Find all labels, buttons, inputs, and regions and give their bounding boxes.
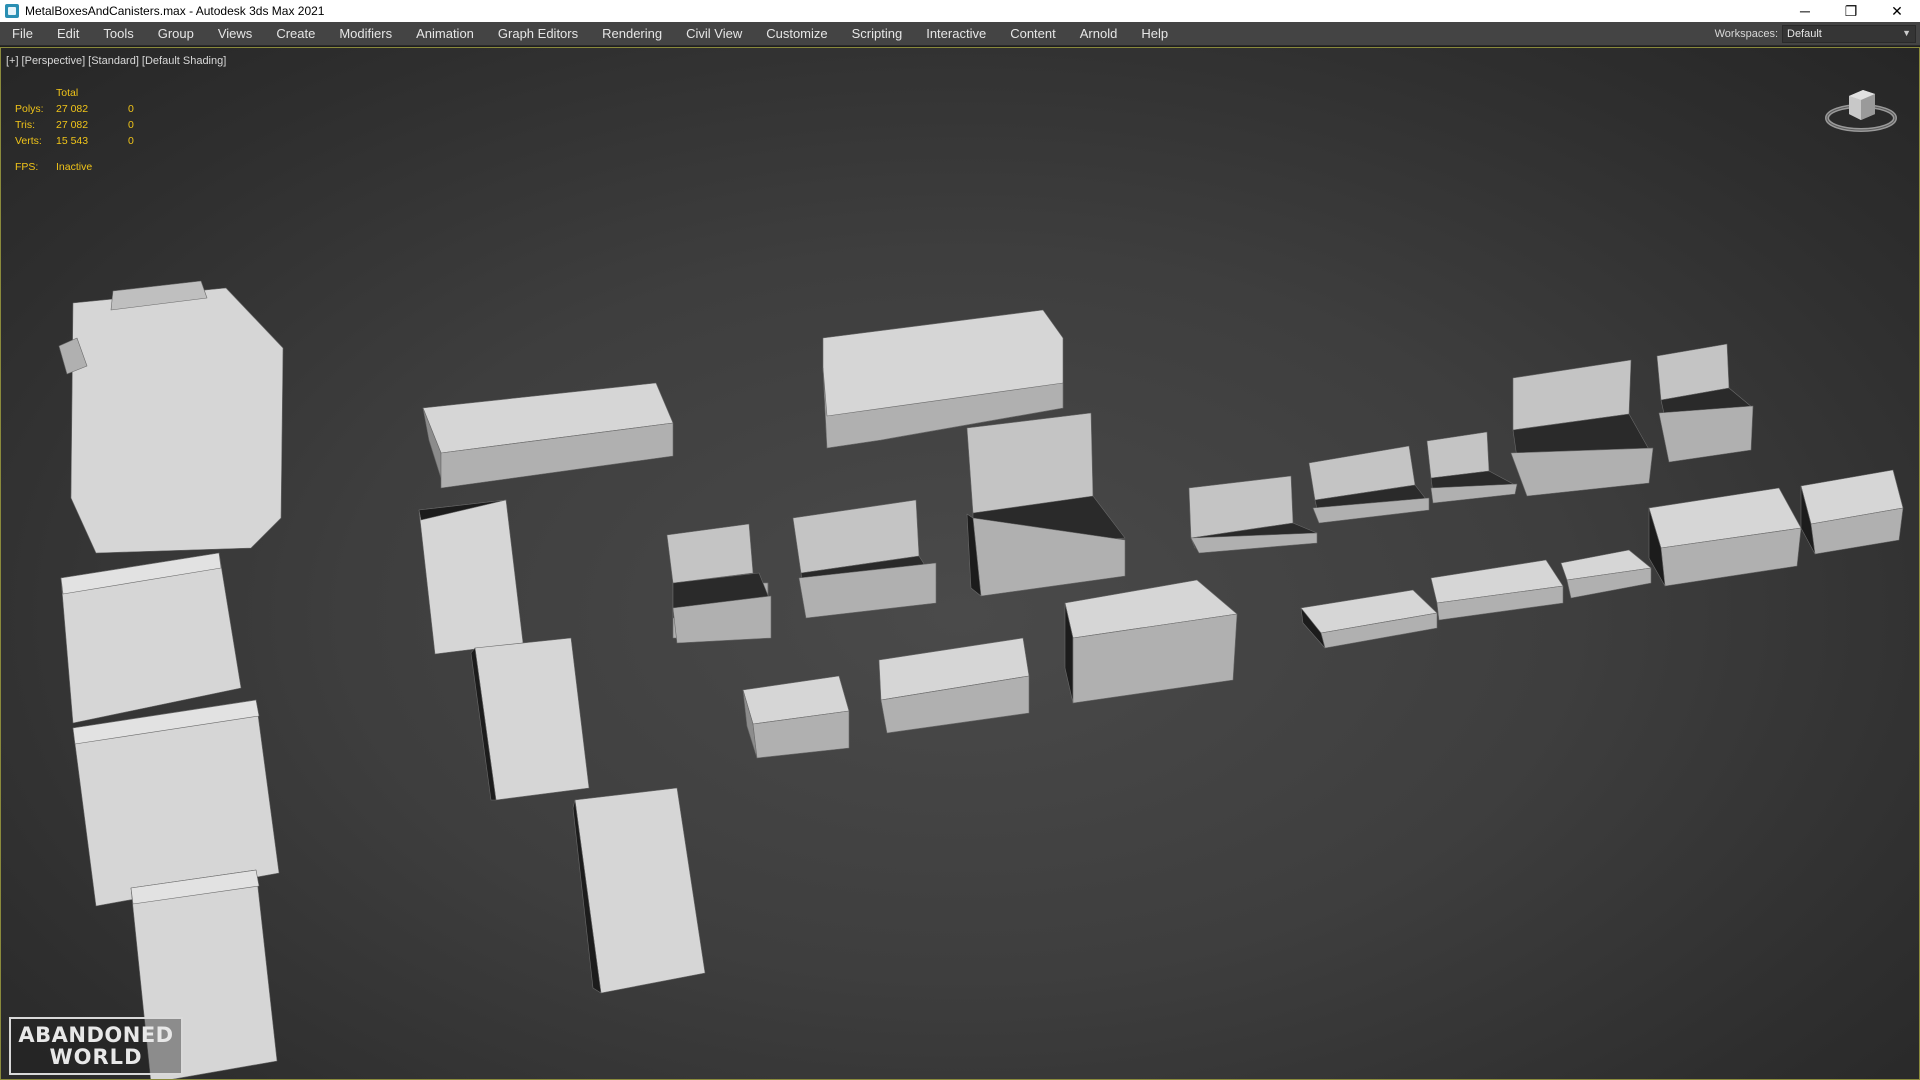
fps-label: FPS: [15, 161, 39, 173]
menu-graph-editors[interactable]: Graph Editors [486, 22, 590, 46]
viewport-label-menu: [+] [Perspective] [Standard] [Default Shadi… [6, 55, 229, 67]
workspaces-label: Workspaces: [1714, 28, 1778, 40]
menu-scripting[interactable]: Scripting [840, 22, 915, 46]
viewport-statistics: Total Polys: 27 082 0 Tris: 27 082 0 Ver… [15, 85, 158, 175]
chest-small-lid[interactable] [666, 523, 754, 584]
jerrycan-body[interactable] [70, 287, 284, 554]
workspaces-value: Default [1787, 28, 1822, 40]
app-logo-icon[interactable] [5, 4, 19, 18]
stats-row-fps: FPS: Inactive [15, 159, 158, 175]
abandoned-world-watermark: ABANDONED WORLD [9, 1017, 183, 1075]
chevron-down-icon: ▼ [1902, 28, 1911, 38]
stats-total: 27 082 [56, 119, 89, 131]
menu-tools[interactable]: Tools [91, 22, 145, 46]
menu-rendering[interactable]: Rendering [590, 22, 674, 46]
fps-value: Inactive [56, 161, 93, 173]
menu-customize[interactable]: Customize [754, 22, 839, 46]
stats-selected: 0 [128, 103, 134, 115]
perspective-viewport[interactable]: [+] [Perspective] [Standard] [Default Shadi… [0, 47, 1920, 1080]
title-bar: MetalBoxesAndCanisters.max - Autodesk 3d… [0, 0, 1920, 22]
menu-edit[interactable]: Edit [45, 22, 91, 46]
close-button[interactable]: ✕ [1874, 0, 1920, 22]
menu-file[interactable]: File [0, 22, 45, 46]
menu-arnold[interactable]: Arnold [1068, 22, 1130, 46]
window-title: MetalBoxesAndCanisters.max - Autodesk 3d… [25, 4, 325, 18]
menu-group[interactable]: Group [146, 22, 206, 46]
watermark-line2: WORLD [49, 1045, 143, 1069]
stats-selected: 0 [128, 135, 134, 147]
menu-animation[interactable]: Animation [404, 22, 486, 46]
watermark-line1: ABANDONED [18, 1023, 174, 1047]
stats-row-polys: Polys: 27 082 0 [15, 101, 158, 117]
stats-total: 15 543 [56, 135, 89, 147]
viewport-shading-menu[interactable]: [Default Shading] [142, 55, 226, 67]
restore-button[interactable]: ❐ [1828, 0, 1874, 22]
chest-large-lid[interactable] [966, 412, 1094, 514]
stats-label: Tris: [15, 119, 36, 131]
scene-canvas[interactable] [1, 48, 1920, 1080]
canister-4[interactable] [418, 499, 524, 655]
tin-4-front[interactable] [1510, 447, 1654, 497]
stats-label: Verts: [15, 135, 42, 147]
workspaces-control: Workspaces: Default ▼ [1715, 22, 1920, 46]
menu-create[interactable]: Create [264, 22, 327, 46]
viewport-pov-menu[interactable]: [Perspective] [22, 55, 86, 67]
menu-modifiers[interactable]: Modifiers [327, 22, 404, 46]
menu-help[interactable]: Help [1129, 22, 1180, 46]
menu-content[interactable]: Content [998, 22, 1068, 46]
stats-total: 27 082 [56, 103, 89, 115]
menu-civil-view[interactable]: Civil View [674, 22, 754, 46]
menu-interactive[interactable]: Interactive [914, 22, 998, 46]
menu-views[interactable]: Views [206, 22, 264, 46]
window-controls: ─ ❐ ✕ [1782, 0, 1920, 22]
tin-5-front[interactable] [1658, 405, 1754, 463]
stats-row-verts: Verts: 15 543 0 [15, 133, 158, 149]
viewport-plus-menu[interactable]: [+] [6, 55, 19, 67]
menu-bar: File Edit Tools Group Views Create Modif… [0, 22, 1920, 46]
stats-row-tris: Tris: 27 082 0 [15, 117, 158, 133]
workspaces-dropdown[interactable]: Default ▼ [1782, 25, 1916, 43]
viewport-standard-menu[interactable]: [Standard] [88, 55, 139, 67]
stats-selected: 0 [128, 119, 134, 131]
tin-3-lid[interactable] [1426, 431, 1490, 479]
minimize-button[interactable]: ─ [1782, 0, 1828, 22]
stats-label: Polys: [15, 103, 44, 115]
viewcube-icon[interactable] [1823, 78, 1899, 138]
stats-header: Total [56, 87, 79, 99]
